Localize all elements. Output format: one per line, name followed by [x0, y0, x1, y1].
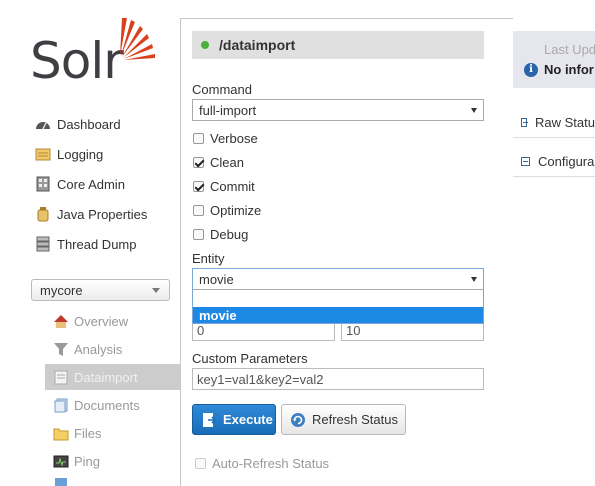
home-icon — [53, 314, 69, 329]
execute-icon — [201, 412, 217, 428]
last-update-box: Last Upd i No infor — [513, 31, 595, 88]
checkbox-label: Verbose — [210, 130, 258, 146]
custom-params-label: Custom Parameters — [192, 351, 308, 366]
custom-params-input[interactable]: key1=val1&key2=val2 — [192, 368, 484, 390]
core-item-partial — [45, 476, 181, 486]
core-item-dataimport[interactable]: Dataimport — [45, 364, 181, 390]
entity-select[interactable]: movie — [192, 268, 484, 290]
no-info-text: No infor — [544, 62, 594, 77]
debug-checkbox-row[interactable]: Debug — [193, 225, 248, 243]
custom-params-value: key1=val1&key2=val2 — [197, 371, 324, 387]
entity-select-value: movie — [199, 271, 234, 287]
sidebar-item-label: Logging — [57, 146, 104, 162]
core-item-documents[interactable]: Documents — [45, 392, 181, 418]
ping-icon — [53, 454, 69, 469]
verbose-checkbox[interactable] — [193, 132, 204, 144]
core-item-label: Files — [74, 425, 102, 441]
configuration-label: Configura — [538, 154, 595, 169]
checkbox-label: Optimize — [210, 202, 262, 218]
core-item-files[interactable]: Files — [45, 420, 181, 446]
refresh-status-button[interactable]: Refresh Status — [281, 404, 406, 435]
rows-input-value: 10 — [346, 322, 361, 338]
clean-checkbox-row[interactable]: Clean — [193, 153, 244, 171]
entity-label: Entity — [192, 251, 225, 266]
sidebar-item-label: Thread Dump — [57, 236, 137, 252]
checkbox-label: Clean — [210, 154, 244, 170]
handler-header: /dataimport — [192, 31, 484, 59]
collapse-icon — [521, 118, 529, 127]
sidebar-item-logging[interactable]: Logging — [34, 143, 103, 165]
status-dot-icon — [201, 41, 209, 49]
dataimport-icon — [53, 370, 69, 385]
logging-icon — [34, 146, 52, 162]
logo-wordmark: Solr — [30, 32, 124, 90]
refresh-button-label: Refresh Status — [312, 412, 398, 427]
handler-title: /dataimport — [219, 37, 296, 53]
sidebar-item-label: Dashboard — [57, 116, 121, 132]
thread-dump-icon — [34, 236, 52, 252]
core-selector[interactable]: mycore — [31, 279, 170, 301]
plugins-icon — [53, 476, 69, 486]
core-item-ping[interactable]: Ping — [45, 448, 181, 474]
checkbox-label: Commit — [210, 178, 255, 194]
collapse-icon — [521, 157, 530, 166]
sidebar-item-dashboard[interactable]: Dashboard — [34, 113, 121, 135]
core-item-label: Ping — [74, 453, 101, 469]
execute-button-label: Execute — [223, 412, 273, 427]
auto-refresh-label: Auto-Refresh Status — [212, 456, 330, 471]
sidebar-item-label: Java Properties — [57, 206, 148, 222]
start-input-value: 0 — [197, 322, 205, 338]
checkbox-label: Debug — [210, 226, 249, 242]
debug-checkbox[interactable] — [193, 228, 204, 240]
command-select-value: full-import — [199, 102, 257, 118]
entity-dropdown-list: movie — [192, 289, 484, 324]
core-item-label: Dataimport — [74, 369, 138, 385]
auto-refresh-checkbox[interactable] — [195, 458, 206, 469]
sun-logo-icon — [120, 18, 155, 60]
core-admin-icon — [34, 176, 52, 192]
execute-button[interactable]: Execute — [192, 404, 276, 435]
core-selector-value: mycore — [40, 282, 83, 298]
last-update-label: Last Upd — [544, 42, 595, 57]
raw-status-label: Raw Statu — [535, 115, 595, 130]
core-item-label: Analysis — [74, 341, 123, 357]
raw-status-toggle[interactable]: Raw Statu — [513, 108, 595, 138]
info-icon: i — [524, 63, 538, 77]
configuration-toggle[interactable]: Configura — [513, 147, 595, 177]
optimize-checkbox[interactable] — [193, 204, 204, 216]
java-properties-icon — [34, 206, 52, 222]
core-item-label: Documents — [74, 397, 140, 413]
command-select[interactable]: full-import — [192, 99, 484, 121]
clean-checkbox[interactable] — [193, 156, 204, 168]
core-item-overview[interactable]: Overview — [45, 308, 181, 334]
command-label: Command — [192, 82, 252, 97]
optimize-checkbox-row[interactable]: Optimize — [193, 201, 261, 219]
sidebar-item-core-admin[interactable]: Core Admin — [34, 173, 125, 195]
chevron-down-icon — [471, 277, 477, 282]
documents-icon — [53, 398, 69, 413]
commit-checkbox[interactable] — [193, 180, 204, 192]
entity-option-movie[interactable]: movie — [193, 307, 483, 323]
commit-checkbox-row[interactable]: Commit — [193, 177, 255, 195]
chevron-down-icon — [471, 108, 477, 113]
dashboard-icon — [34, 116, 52, 132]
refresh-icon — [290, 412, 306, 428]
core-item-label: Overview — [74, 313, 129, 329]
sidebar-item-thread-dump[interactable]: Thread Dump — [34, 233, 136, 255]
chevron-down-icon — [152, 288, 160, 293]
core-item-analysis[interactable]: Analysis — [45, 336, 181, 362]
sidebar-item-label: Core Admin — [57, 176, 125, 192]
auto-refresh-row[interactable]: Auto-Refresh Status — [195, 456, 329, 471]
sidebar-item-java-properties[interactable]: Java Properties — [34, 203, 147, 225]
main-panel-top-border — [180, 18, 513, 19]
solr-logo[interactable]: Solr — [30, 16, 165, 90]
funnel-icon — [53, 342, 69, 357]
main-panel-border — [180, 18, 181, 486]
verbose-checkbox-row[interactable]: Verbose — [193, 129, 258, 147]
folder-icon — [53, 426, 69, 441]
